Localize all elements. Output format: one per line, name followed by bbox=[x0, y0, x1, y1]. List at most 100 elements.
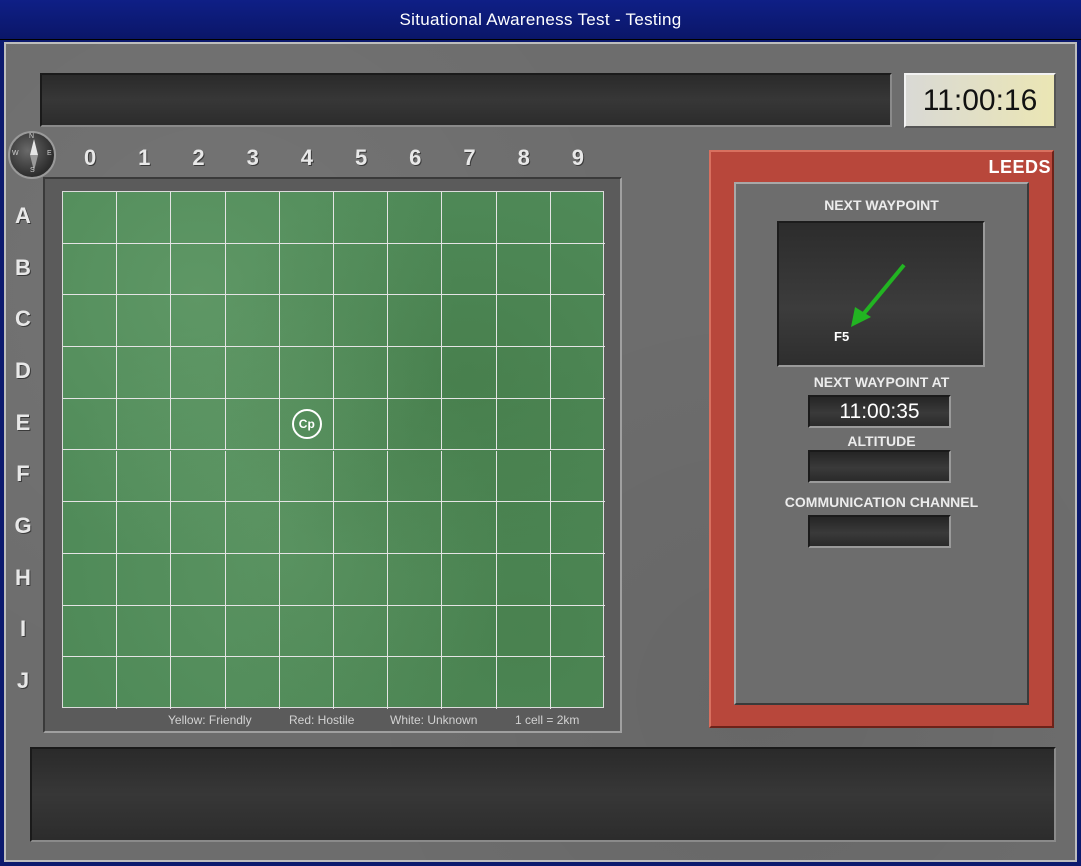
grid-cell[interactable] bbox=[334, 398, 389, 451]
grid-cell[interactable] bbox=[388, 553, 443, 606]
grid-cell[interactable] bbox=[117, 502, 172, 554]
grid-cell[interactable] bbox=[442, 243, 497, 296]
grid-cell[interactable] bbox=[117, 398, 172, 451]
grid-cell[interactable] bbox=[63, 347, 118, 399]
grid-cell[interactable] bbox=[388, 398, 443, 451]
grid-cell[interactable] bbox=[550, 192, 605, 244]
grid-cell[interactable] bbox=[442, 398, 497, 451]
grid-cell[interactable] bbox=[117, 553, 172, 606]
grid-cell[interactable] bbox=[225, 295, 280, 348]
grid-cell[interactable] bbox=[225, 450, 280, 503]
grid-cell[interactable] bbox=[442, 657, 497, 709]
grid-cell[interactable] bbox=[117, 295, 172, 348]
grid-cell[interactable] bbox=[550, 606, 605, 658]
grid-cell[interactable] bbox=[171, 295, 226, 348]
grid-cell[interactable] bbox=[496, 605, 551, 658]
grid-cell[interactable] bbox=[225, 553, 280, 606]
grid-cell[interactable] bbox=[442, 450, 497, 503]
grid-cell[interactable] bbox=[442, 295, 497, 348]
grid-cell[interactable] bbox=[171, 347, 226, 399]
grid-cell[interactable] bbox=[279, 450, 334, 503]
grid-cell[interactable] bbox=[334, 605, 389, 658]
grid-cell[interactable] bbox=[171, 502, 226, 554]
grid-cell[interactable] bbox=[550, 502, 605, 554]
communication-channel-field[interactable] bbox=[808, 515, 951, 548]
grid-cell[interactable] bbox=[171, 192, 226, 244]
grid-cell[interactable] bbox=[279, 347, 334, 399]
grid-cell[interactable] bbox=[225, 502, 280, 554]
grid-cell[interactable] bbox=[117, 347, 172, 399]
grid-cell[interactable] bbox=[117, 243, 172, 296]
grid-cell[interactable] bbox=[225, 192, 280, 244]
grid-cell[interactable] bbox=[117, 657, 172, 709]
grid-cell[interactable] bbox=[496, 398, 551, 451]
grid-cell[interactable] bbox=[496, 553, 551, 606]
grid-cell[interactable] bbox=[334, 295, 389, 348]
map-marker[interactable]: Cp bbox=[291, 408, 322, 439]
grid-cell[interactable] bbox=[63, 295, 118, 348]
grid-cell[interactable] bbox=[63, 657, 118, 709]
grid-cell[interactable] bbox=[279, 243, 334, 296]
grid-cell[interactable] bbox=[497, 657, 551, 709]
grid-cell[interactable] bbox=[280, 657, 334, 709]
grid-cell[interactable] bbox=[63, 553, 118, 606]
grid-cell[interactable] bbox=[279, 502, 334, 554]
grid-cell[interactable] bbox=[334, 502, 389, 554]
grid-cell[interactable] bbox=[63, 243, 118, 296]
grid-cell[interactable] bbox=[496, 347, 551, 399]
grid-cell[interactable] bbox=[63, 398, 118, 451]
grid-cell[interactable] bbox=[442, 502, 497, 554]
grid-cell[interactable] bbox=[442, 605, 497, 658]
grid-cell[interactable] bbox=[171, 243, 226, 296]
grid-cell[interactable] bbox=[171, 450, 226, 503]
grid-cell[interactable] bbox=[63, 192, 118, 244]
grid-cell[interactable] bbox=[334, 347, 389, 399]
grid-cell[interactable] bbox=[117, 605, 172, 658]
grid-cell[interactable] bbox=[171, 657, 226, 709]
grid-cell[interactable] bbox=[117, 450, 172, 503]
grid-cell[interactable] bbox=[226, 657, 280, 709]
grid-cell[interactable] bbox=[550, 554, 605, 606]
grid-cell[interactable] bbox=[388, 347, 443, 399]
grid-cell[interactable] bbox=[442, 553, 497, 606]
grid-cell[interactable] bbox=[225, 605, 280, 658]
grid-cell[interactable] bbox=[279, 295, 334, 348]
altitude-field[interactable] bbox=[808, 450, 951, 483]
grid-cell[interactable] bbox=[63, 502, 118, 554]
grid-cell[interactable] bbox=[63, 450, 118, 503]
grid-cell[interactable] bbox=[388, 295, 443, 348]
grid-cell[interactable] bbox=[388, 192, 443, 244]
grid-cell[interactable] bbox=[171, 553, 226, 606]
grid-cell[interactable] bbox=[279, 605, 334, 658]
grid-cell[interactable] bbox=[496, 502, 551, 554]
grid-cell[interactable] bbox=[442, 192, 497, 244]
grid-cell[interactable] bbox=[225, 243, 280, 296]
grid-cell[interactable] bbox=[388, 657, 443, 709]
grid-cell[interactable] bbox=[334, 657, 389, 709]
grid-cell[interactable] bbox=[117, 192, 172, 244]
grid-cell[interactable] bbox=[551, 657, 605, 709]
grid-cell[interactable] bbox=[496, 192, 551, 244]
grid-cell[interactable] bbox=[279, 192, 334, 244]
grid-cell[interactable] bbox=[550, 295, 605, 348]
grid-cell[interactable] bbox=[334, 450, 389, 503]
grid-cell[interactable] bbox=[496, 295, 551, 348]
grid-cell[interactable] bbox=[496, 243, 551, 296]
grid-cell[interactable] bbox=[171, 605, 226, 658]
map-grid[interactable]: Cp bbox=[62, 191, 605, 709]
grid-cell[interactable] bbox=[496, 450, 551, 503]
grid-cell[interactable] bbox=[550, 347, 605, 399]
grid-cell[interactable] bbox=[550, 244, 605, 296]
grid-cell[interactable] bbox=[63, 605, 118, 658]
grid-cell[interactable] bbox=[388, 605, 443, 658]
grid-cell[interactable] bbox=[279, 553, 334, 606]
grid-cell[interactable] bbox=[388, 243, 443, 296]
grid-cell[interactable] bbox=[388, 502, 443, 554]
grid-cell[interactable] bbox=[225, 347, 280, 399]
grid-cell[interactable] bbox=[334, 243, 389, 296]
grid-cell[interactable] bbox=[334, 553, 389, 606]
grid-cell[interactable] bbox=[225, 398, 280, 451]
grid-cell[interactable] bbox=[334, 192, 389, 244]
grid-cell[interactable] bbox=[550, 399, 605, 451]
grid-cell[interactable] bbox=[550, 451, 605, 503]
